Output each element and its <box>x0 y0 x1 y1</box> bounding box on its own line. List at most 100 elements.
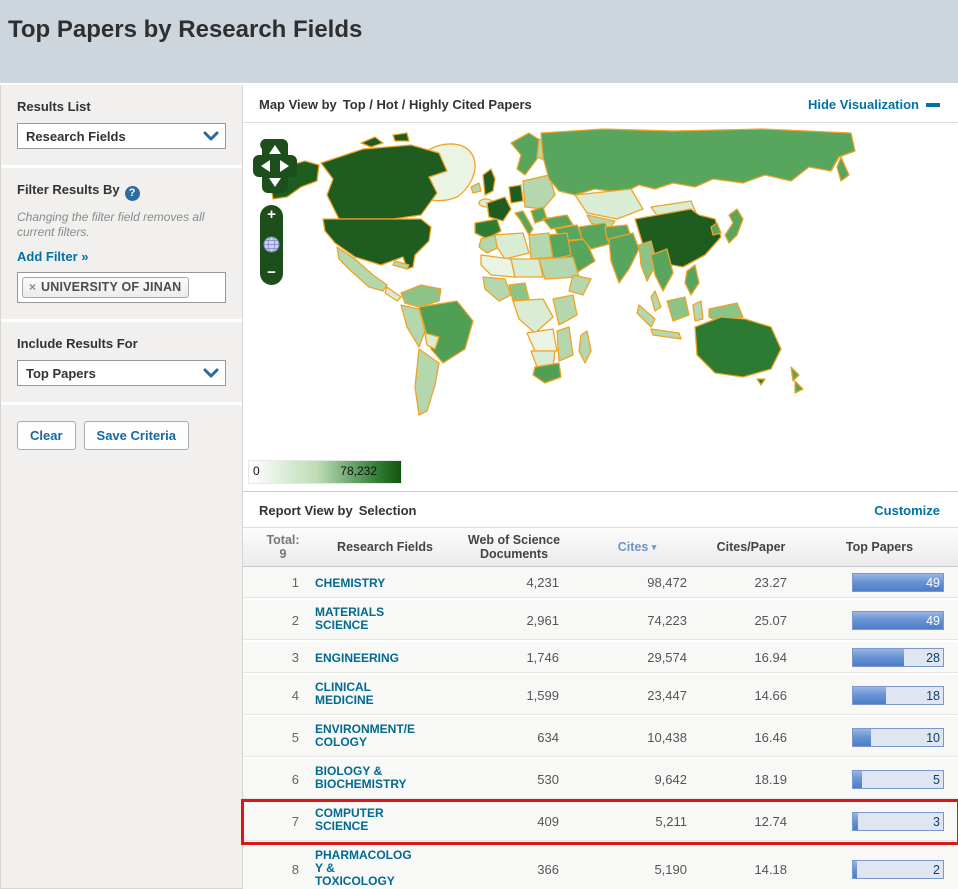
map-region-ethiopia[interactable] <box>569 275 591 295</box>
map-region-australia[interactable] <box>695 317 781 377</box>
field-link[interactable]: CLINICAL MEDICINE <box>315 681 374 707</box>
map-region-canadian-islands[interactable] <box>361 133 409 147</box>
field-link[interactable]: ENGINEERING <box>315 652 399 665</box>
map-zoom-control[interactable]: + − <box>260 205 283 285</box>
map-region-kazakhstan[interactable] <box>575 189 643 219</box>
field-link[interactable]: MATERIALS SCIENCE <box>315 606 384 632</box>
row-cites: 10,438 <box>573 730 701 745</box>
col-research-fields[interactable]: Research Fields <box>315 540 455 554</box>
filter-box[interactable]: × UNIVERSITY OF JINAN <box>17 272 226 303</box>
map-region-kamchatka[interactable] <box>837 157 849 181</box>
map-region-south-africa[interactable] <box>533 363 561 383</box>
table-body: 1CHEMISTRY4,23198,47223.27492MATERIALS S… <box>243 567 958 889</box>
main-content: Map View byTop / Hot / Highly Cited Pape… <box>243 85 958 889</box>
results-list-dropdown[interactable]: Research Fields <box>17 123 226 149</box>
map-region-germany[interactable] <box>509 185 523 203</box>
hide-visualization-link[interactable]: Hide Visualization <box>808 97 940 112</box>
map-region-mozambique[interactable] <box>557 327 573 361</box>
map-region-madagascar[interactable] <box>579 331 591 363</box>
col-cites-sorted[interactable]: Cites ▾ <box>573 540 701 554</box>
map-region-malay-peninsula[interactable] <box>651 291 661 311</box>
map-region-new-zealand[interactable] <box>791 367 803 393</box>
top-papers-bar: 2 <box>852 860 944 879</box>
total-label: Total: <box>251 533 315 547</box>
zoom-out-button[interactable]: − <box>267 266 276 280</box>
collapse-minus-icon <box>926 103 940 107</box>
field-link[interactable]: CHEMISTRY <box>315 577 385 590</box>
sort-desc-icon: ▾ <box>652 542 657 552</box>
map-region-ireland[interactable] <box>471 183 481 193</box>
row-cites-per-paper: 23.27 <box>701 575 801 590</box>
row-field-cell: CLINICAL MEDICINE <box>315 681 455 709</box>
field-link[interactable]: COMPUTER SCIENCE <box>315 807 384 833</box>
clear-button[interactable]: Clear <box>17 421 76 450</box>
map-pan-control[interactable] <box>253 139 297 193</box>
field-link[interactable]: BIOLOGY & BIOCHEMISTRY <box>315 765 407 791</box>
row-docs: 366 <box>455 862 573 877</box>
map-region-usa[interactable] <box>323 219 431 269</box>
map-region-india[interactable] <box>609 233 639 283</box>
map-region-italy[interactable] <box>515 211 533 235</box>
map-region-japan[interactable] <box>725 209 743 243</box>
map-region-java[interactable] <box>651 329 681 339</box>
map-region-angola-zambia[interactable] <box>527 329 557 351</box>
field-link[interactable]: PHARMACOLOG Y & TOXICOLOGY <box>315 849 412 888</box>
map-region-west-sahara-band[interactable] <box>481 255 515 277</box>
table-row: 4CLINICAL MEDICINE1,59923,44714.6618 <box>243 675 958 717</box>
row-cites-per-paper: 16.46 <box>701 730 801 745</box>
row-rank: 1 <box>251 575 315 590</box>
map-region-nigeria[interactable] <box>509 283 529 301</box>
zoom-in-button[interactable]: + <box>267 208 276 222</box>
table-row: 6BIOLOGY & BIOCHEMISTRY5309,64218.195 <box>243 759 958 801</box>
legend-min-label: 0 <box>253 464 260 478</box>
customize-link[interactable]: Customize <box>874 503 940 518</box>
row-field-cell: BIOLOGY & BIOCHEMISTRY <box>315 765 455 793</box>
include-results-section: Include Results For Top Papers <box>1 322 242 405</box>
filter-tag[interactable]: × UNIVERSITY OF JINAN <box>22 277 189 298</box>
map-title: Map View byTop / Hot / Highly Cited Pape… <box>259 97 532 112</box>
map-region-canada[interactable] <box>321 145 447 219</box>
include-results-dropdown[interactable]: Top Papers <box>17 360 226 386</box>
map-region-colombia-venezuela[interactable] <box>401 285 441 307</box>
report-title-prefix: Report View by <box>259 503 353 518</box>
remove-filter-icon[interactable]: × <box>29 280 36 294</box>
map-region-kenya-tanzania[interactable] <box>553 295 577 325</box>
add-filter-link[interactable]: Add Filter » <box>17 249 89 264</box>
help-icon[interactable]: ? <box>125 186 140 201</box>
globe-icon[interactable] <box>263 236 280 253</box>
row-docs: 1,746 <box>455 650 573 665</box>
top-papers-value: 49 <box>926 614 940 628</box>
row-field-cell: ENGINEERING <box>315 649 455 667</box>
map-region-russia[interactable] <box>541 129 855 195</box>
world-choropleth-map[interactable] <box>243 123 954 455</box>
legend-max-label: 78,232 <box>340 464 377 478</box>
map-region-tasmania[interactable] <box>757 379 765 385</box>
field-link[interactable]: ENVIRONMENT/E COLOGY <box>315 723 415 749</box>
top-papers-value: 5 <box>933 773 940 787</box>
map-region-argentina-chile[interactable] <box>415 349 439 415</box>
filter-note: Changing the filter field removes all cu… <box>17 210 226 240</box>
map-region-egypt[interactable] <box>549 233 571 259</box>
row-top-papers-cell: 49 <box>801 573 958 592</box>
map-region-sumatra[interactable] <box>637 305 655 327</box>
map-region-uk[interactable] <box>483 169 495 195</box>
map-region-sahel[interactable] <box>511 259 543 277</box>
top-papers-bar: 49 <box>852 573 944 592</box>
col-top-papers[interactable]: Top Papers <box>801 540 958 554</box>
map-region-west-africa[interactable] <box>483 277 511 301</box>
save-criteria-button[interactable]: Save Criteria <box>84 421 190 450</box>
include-results-selected: Top Papers <box>26 366 96 381</box>
map-region-brazil[interactable] <box>419 301 473 363</box>
map-region-sulawesi[interactable] <box>693 301 703 321</box>
map-region-borneo[interactable] <box>667 297 689 321</box>
col-wos-documents[interactable]: Web of Science Documents <box>455 533 573 561</box>
map-region-central-africa[interactable] <box>513 299 553 333</box>
top-papers-value: 3 <box>933 815 940 829</box>
row-cites: 5,190 <box>573 862 701 877</box>
map-region-central-america[interactable] <box>385 287 401 301</box>
row-cites-per-paper: 18.19 <box>701 772 801 787</box>
map-region-algeria[interactable] <box>495 233 529 259</box>
map-region-philippines[interactable] <box>685 265 699 295</box>
map-region-scandinavia[interactable] <box>511 133 541 175</box>
col-cites-per-paper[interactable]: Cites/Paper <box>701 540 801 554</box>
